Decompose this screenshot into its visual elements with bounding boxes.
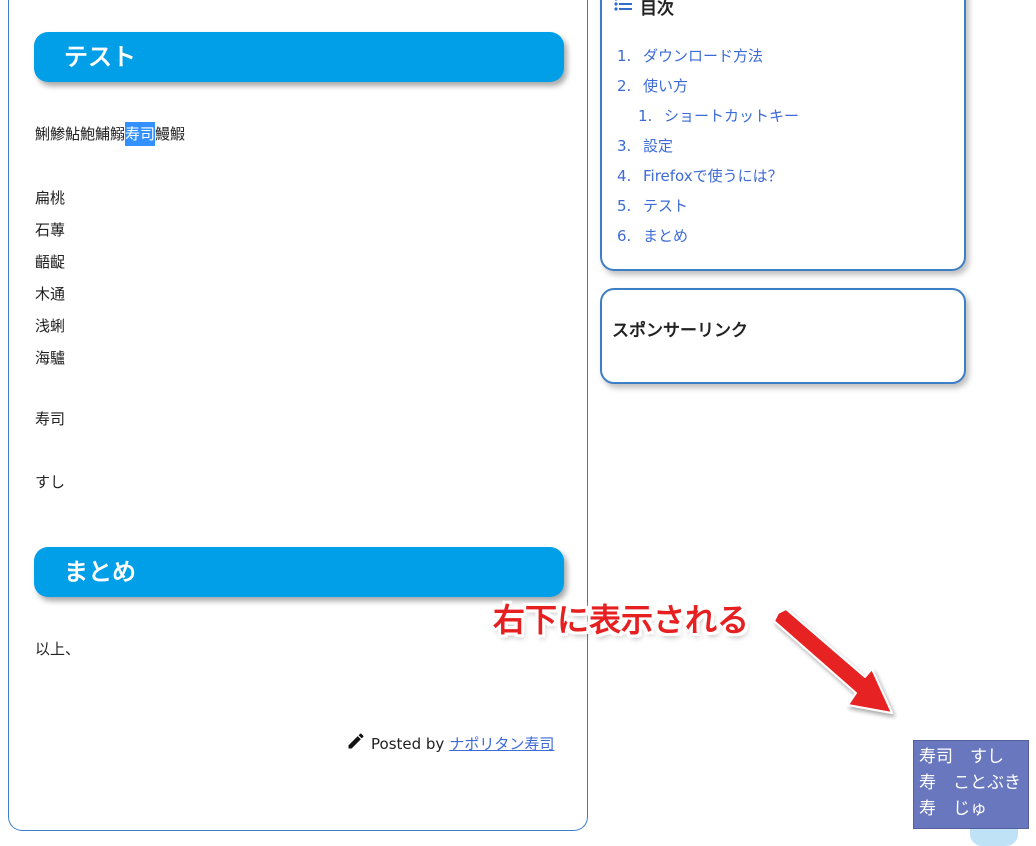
toc-item-usage[interactable]: 2. 使い方 [617,75,799,105]
sponsor-title: スポンサーリンク [612,321,748,341]
heading-summary: まとめ [34,547,564,597]
posted-by: Posted by ナポリタン寿司 [346,731,554,756]
annotation-text: 右下に表示される [493,601,750,639]
kanji-item: 扁桃 [35,189,66,207]
fish-kanji-line: 鯏鯵鮎鮑鯆鰯寿司鰻鰕 [35,122,186,146]
kanji-item: 浅蜊 [35,317,66,335]
toc-title-label: 目次 [640,0,674,19]
toc-item-download[interactable]: 1. ダウンロード方法 [617,45,799,75]
kanji-item: 海驢 [35,349,66,367]
dictionary-popup: 寿司 すし 寿 ことぶき 寿 じゅ [913,740,1029,829]
toc-item-test[interactable]: 5. テスト [617,195,799,225]
posted-by-label: Posted by [371,734,445,753]
kanji-item: 齬齪 [35,253,66,271]
toc-item-shortcut[interactable]: 1. ショートカットキー [617,105,799,135]
kanji-item: 石蓴 [35,221,66,239]
toc-item-summary[interactable]: 6. まとめ [617,225,799,255]
kanji-list: 扁桃 石蓴 齬齪 木通 浅蜊 海驢 [35,187,65,379]
sushi-kana-text: すし [35,473,66,491]
popup-line: 寿 ことぶき [919,773,1021,793]
pencil-icon [346,731,366,756]
toc-item-settings[interactable]: 3. 設定 [617,135,799,165]
fish-kanji-before: 鯏鯵鮎鮑鯆鰯 [35,125,126,143]
sushi-kanji-text: 寿司 [35,410,66,428]
toc-list: 1. ダウンロード方法 2. 使い方 1. ショートカットキー 3. 設定 4. Fire… [617,45,799,255]
popup-line: 寿司 すし [919,747,1004,767]
selected-text[interactable]: 寿司 [125,122,156,146]
arrow-icon [773,608,893,714]
heading-test: テスト [34,32,564,82]
kanji-item: 木通 [35,285,66,303]
toc-item-firefox[interactable]: 4. Firefoxで使うには？ [617,165,799,195]
author-link[interactable]: ナポリタン寿司 [449,734,554,754]
fish-kanji-after: 鰻鰕 [155,125,186,143]
toc-title: 目次 [614,0,674,19]
popup-line: 寿 じゅ [919,799,987,819]
list-icon [614,0,632,17]
summary-text: 以上、 [35,640,81,658]
